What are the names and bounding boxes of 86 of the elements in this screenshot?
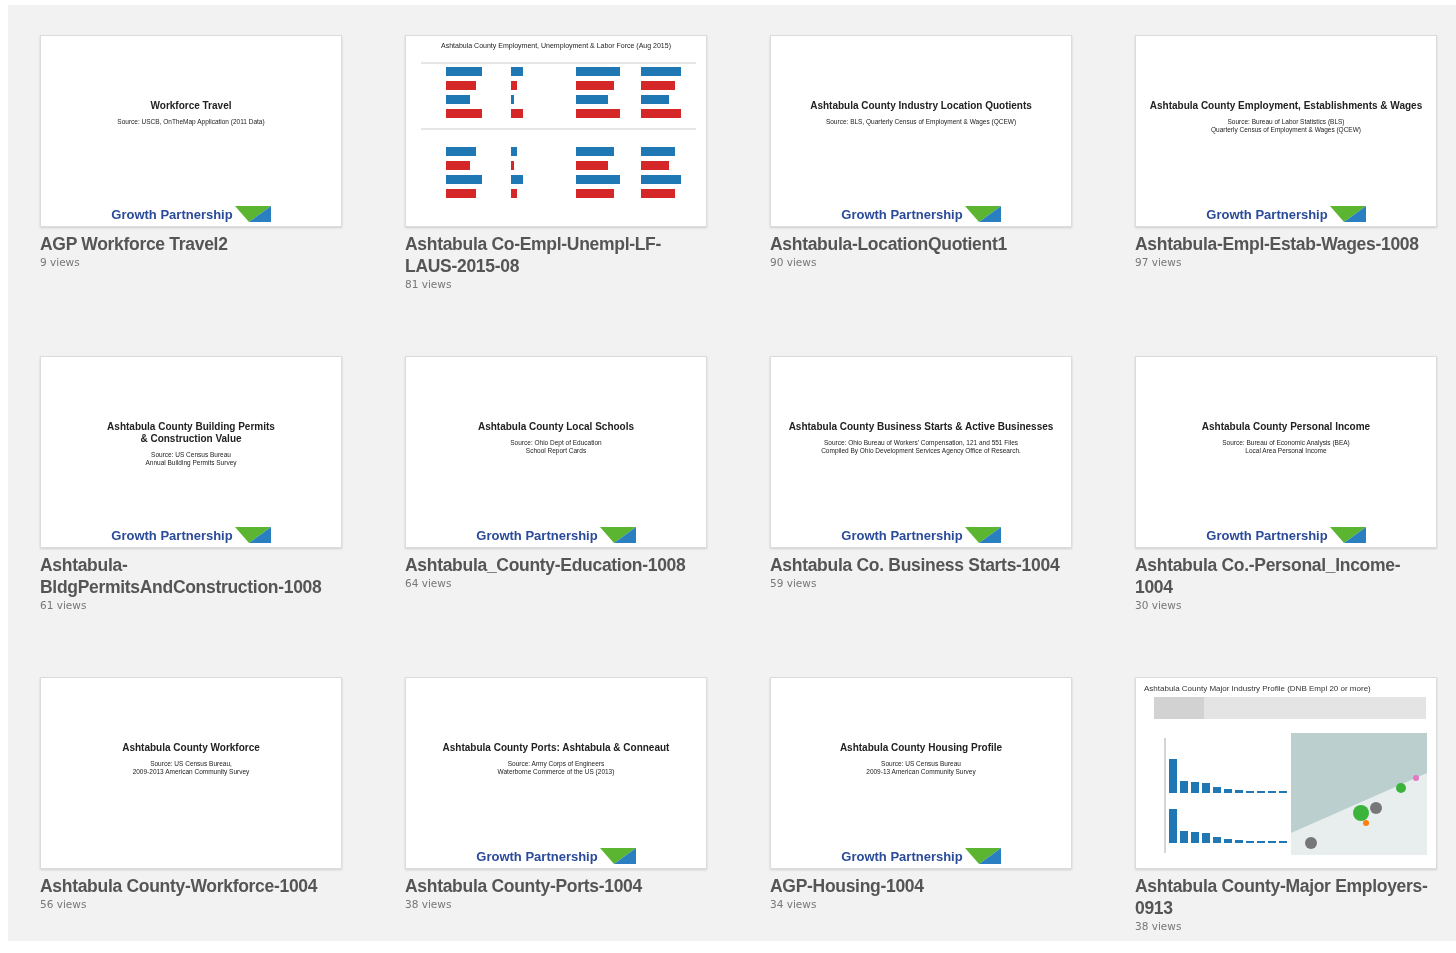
workbook-title[interactable]: Ashtabula Co. Business Starts-1004 <box>770 554 1072 576</box>
logo-text: Growth Partnership <box>476 849 598 864</box>
view-count: 38 views <box>1135 920 1183 932</box>
logo-icon <box>234 206 271 222</box>
workbook-title[interactable]: Ashtabula County-Ports-1004 <box>405 875 707 897</box>
workbook-title[interactable]: Ashtabula County-Workforce-1004 <box>40 875 342 897</box>
workbook-title[interactable]: Ashtabula-LocationQuotient1 <box>770 233 1072 255</box>
bar <box>641 67 681 76</box>
logo-text: Growth Partnership <box>841 849 963 864</box>
bar <box>511 161 514 170</box>
bar <box>511 175 523 184</box>
view-count: 34 views <box>770 898 818 910</box>
logo-text: Growth Partnership <box>1206 528 1328 543</box>
slide-heading: Ashtabula County Business Starts & Active Businesses <box>788 421 1054 433</box>
view-count: 81 views <box>405 278 453 290</box>
bar <box>641 175 681 184</box>
bar <box>576 189 614 198</box>
workbook-title[interactable]: Ashtabula Co-Empl-Unempl-LF-LAUS-2015-08 <box>405 233 707 277</box>
slide-heading: Ashtabula County Industry Location Quotients <box>810 100 1032 112</box>
logo-text: Growth Partnership <box>476 528 598 543</box>
bar <box>576 109 620 118</box>
bar <box>511 189 517 198</box>
bar <box>446 175 482 184</box>
logo-icon <box>964 848 1001 864</box>
bar <box>641 161 669 170</box>
view-count: 90 views <box>770 256 818 268</box>
logo-text: Growth Partnership <box>841 207 963 222</box>
bar <box>641 81 675 90</box>
logo-icon <box>1329 527 1366 543</box>
bar <box>641 147 675 156</box>
bar <box>446 161 470 170</box>
slide-heading: Ashtabula County Housing Profile <box>839 742 1003 754</box>
dashboard-heading: Ashtabula County Major Industry Profile (DNB Empl 20 or more) <box>1144 684 1371 693</box>
bar <box>446 67 482 76</box>
view-count: 61 views <box>40 599 88 611</box>
workbook-title[interactable]: Ashtabula-Empl-Estab-Wages-1008 <box>1135 233 1437 255</box>
view-count: 38 views <box>405 898 453 910</box>
view-count: 56 views <box>40 898 88 910</box>
slide-heading: Ashtabula County Workforce <box>122 742 260 754</box>
bar <box>511 147 517 156</box>
bar <box>576 81 614 90</box>
bar <box>576 67 620 76</box>
dashboard-thumbnail[interactable]: Ashtabula County Major Industry Profile (DNB Empl 20 or more) <box>1135 677 1437 869</box>
bar <box>641 189 675 198</box>
view-count: 64 views <box>405 577 453 589</box>
logo-text: Growth Partnership <box>111 528 233 543</box>
bar <box>511 81 517 90</box>
logo-icon <box>1329 206 1366 222</box>
logo-icon <box>964 206 1001 222</box>
logo-text: Growth Partnership <box>111 207 233 222</box>
workbook-title[interactable]: AGP Workforce Travel2 <box>40 233 342 255</box>
workbook-title[interactable]: Ashtabula_County-Education-1008 <box>405 554 707 576</box>
bar <box>576 161 608 170</box>
view-count: 9 views <box>40 256 81 268</box>
bar <box>446 81 476 90</box>
slide-heading: Ashtabula County Ports: Ashtabula & Conneaut <box>442 742 670 754</box>
workbook-title[interactable]: Ashtabula-BldgPermitsAndConstruction-1008 <box>40 554 342 598</box>
bar <box>446 147 476 156</box>
bar <box>511 95 514 104</box>
slide-heading: Ashtabula County Personal Income <box>1201 421 1371 433</box>
view-count: 59 views <box>770 577 818 589</box>
bar <box>511 67 523 76</box>
workbook-title[interactable]: Ashtabula Co.-Personal_Income-1004 <box>1135 554 1437 598</box>
slide-heading: Ashtabula County Employment, Establishments & Wages <box>1149 100 1423 112</box>
slide-heading: Ashtabula County Local Schools <box>477 421 635 433</box>
logo-icon <box>234 527 271 543</box>
slide-heading: Workforce Travel <box>150 100 232 112</box>
logo-icon <box>599 527 636 543</box>
bar <box>576 175 620 184</box>
slide-heading: Ashtabula County Building Permits & Construction Value <box>107 421 275 445</box>
bar <box>641 95 669 104</box>
bar <box>446 95 470 104</box>
logo-icon <box>964 527 1001 543</box>
bar <box>641 109 681 118</box>
logo-text: Growth Partnership <box>841 528 963 543</box>
bar <box>446 109 482 118</box>
bar <box>511 109 523 118</box>
bar <box>576 95 608 104</box>
bar <box>446 189 476 198</box>
bar <box>576 147 614 156</box>
logo-text: Growth Partnership <box>1206 207 1328 222</box>
view-count: 30 views <box>1135 599 1183 611</box>
workbook-title[interactable]: Ashtabula County-Major Employers-0913 <box>1135 875 1437 919</box>
logo-icon <box>599 848 636 864</box>
view-count: 97 views <box>1135 256 1183 268</box>
workbook-title[interactable]: AGP-Housing-1004 <box>770 875 1072 897</box>
